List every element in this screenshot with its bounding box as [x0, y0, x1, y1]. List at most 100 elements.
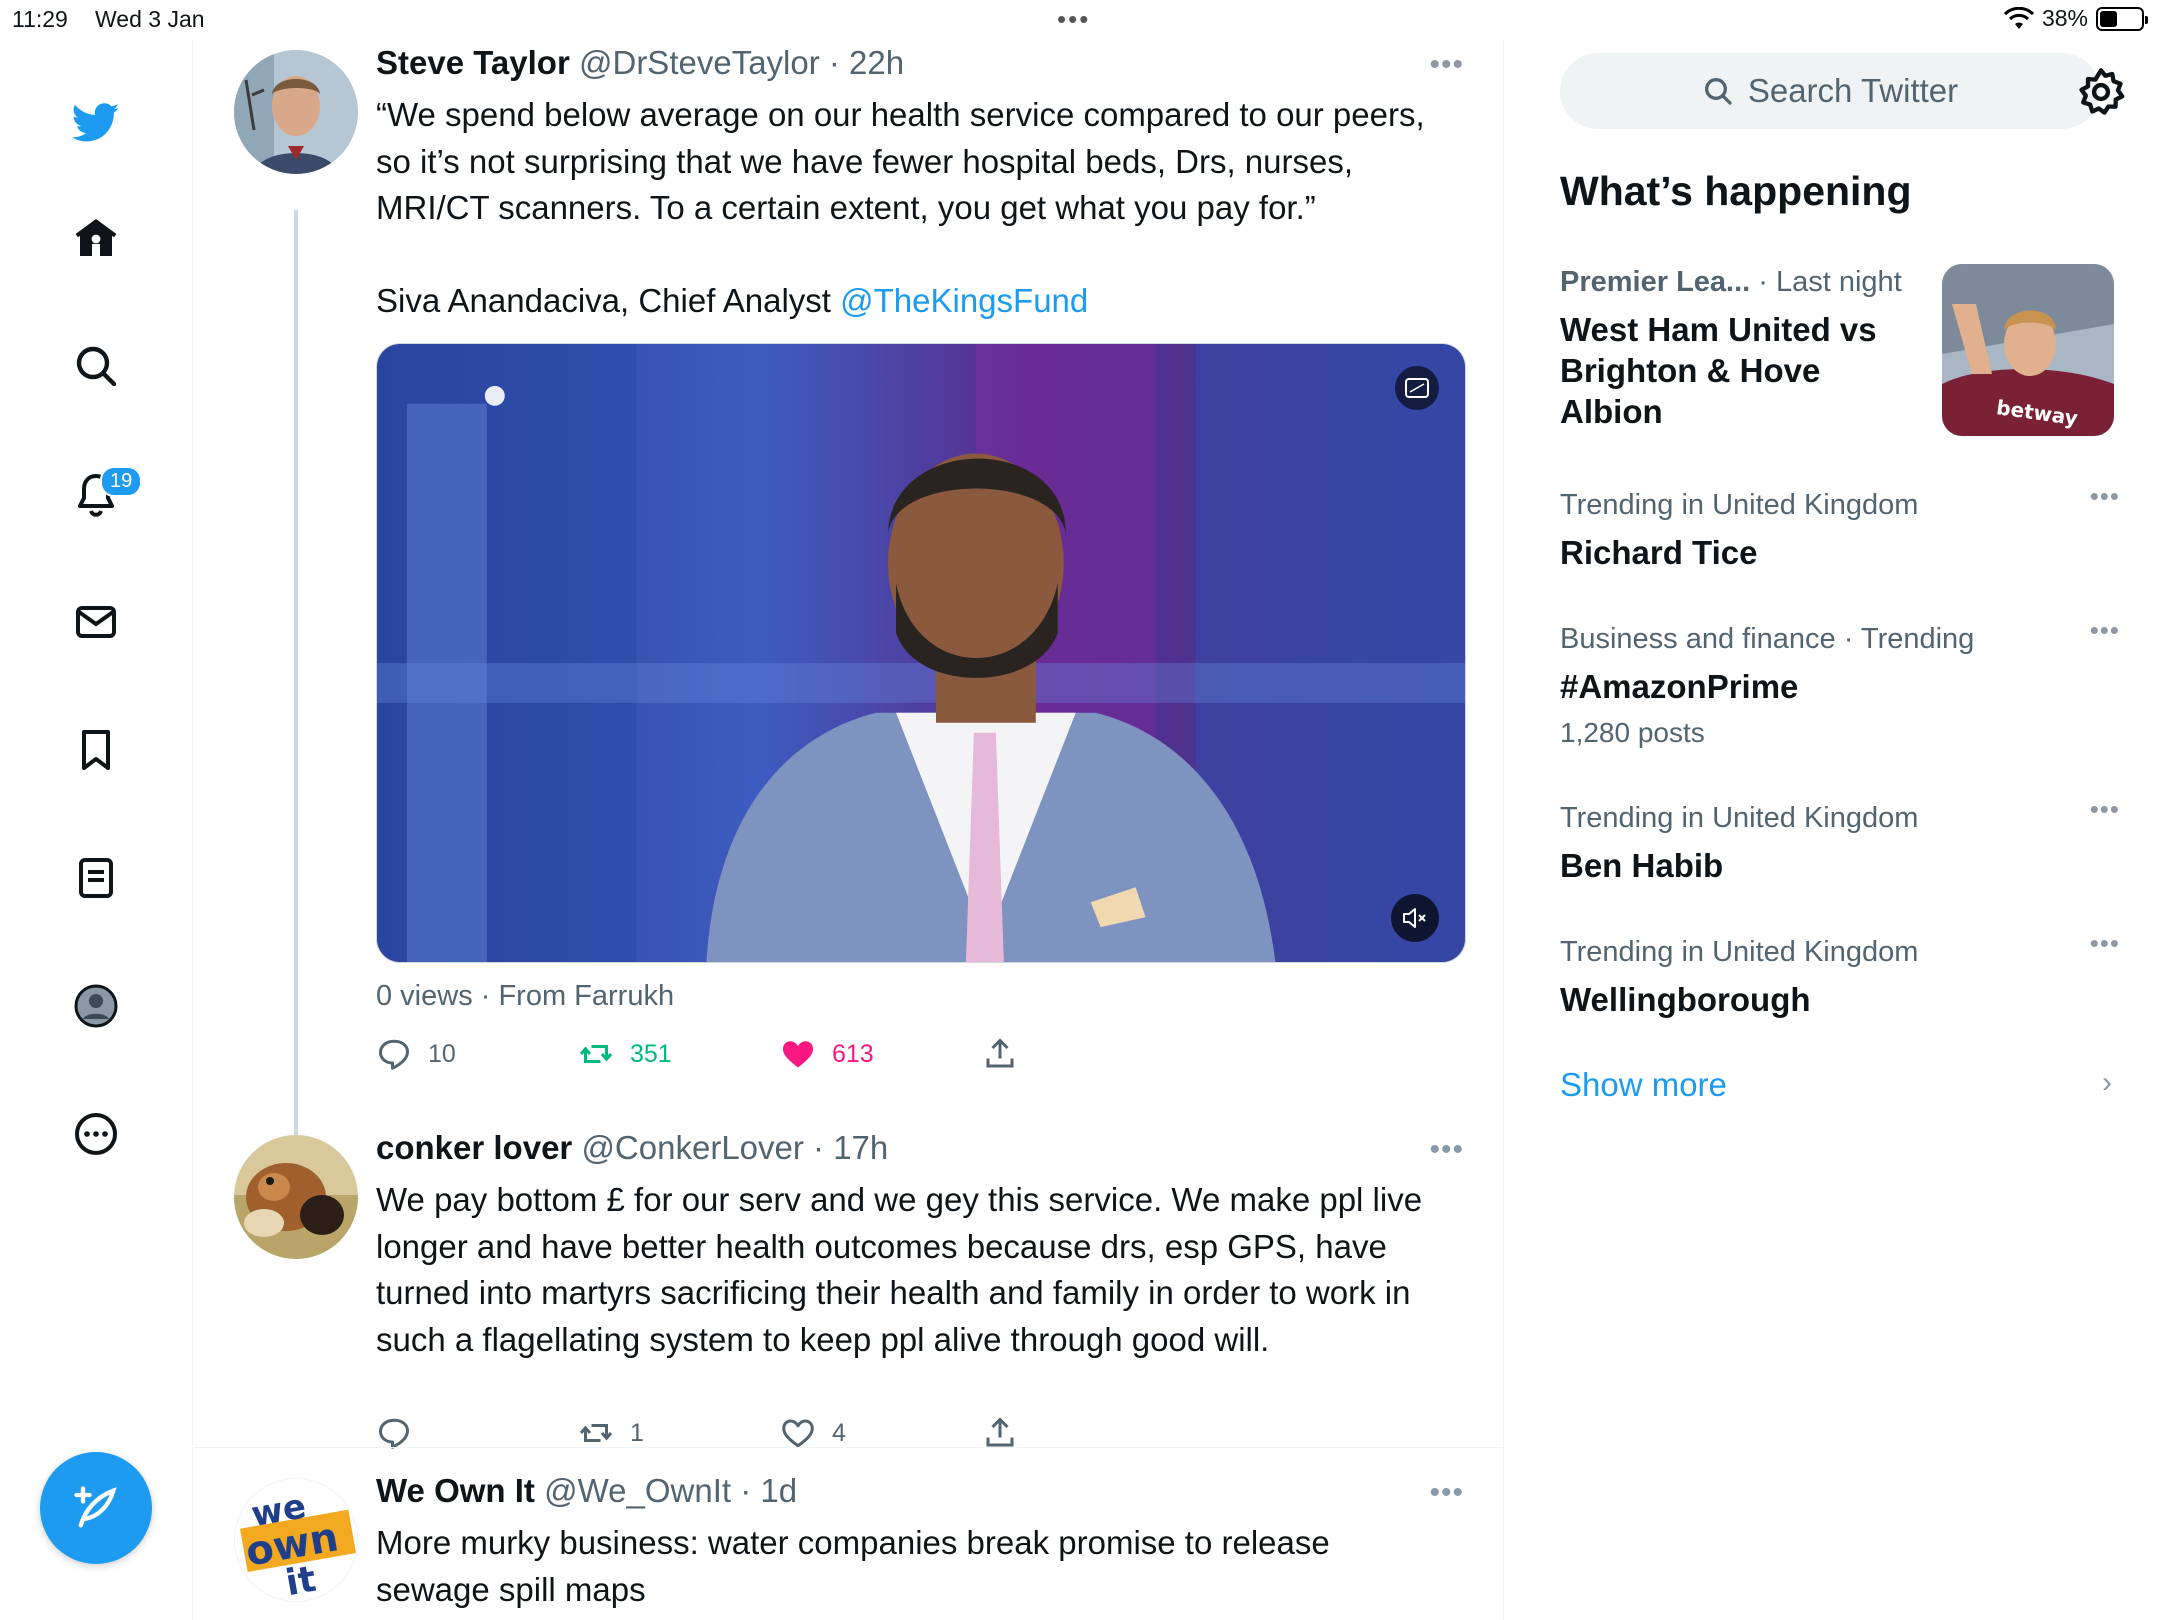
search-icon[interactable]: [64, 334, 128, 398]
trend-item[interactable]: Trending in United Kingdom Richard Tice …: [1560, 481, 2120, 573]
twitter-logo-icon[interactable]: [64, 90, 128, 154]
gear-icon[interactable]: [2075, 66, 2127, 118]
trend-post-count: 1,280 posts: [1560, 717, 1705, 748]
like-count: 613: [832, 1039, 874, 1068]
trend-more-icon[interactable]: •••: [2090, 481, 2120, 512]
trend-more-icon[interactable]: •••: [2090, 615, 2120, 646]
tweet-header: Steve Taylor @DrSteveTaylor · 22h: [376, 44, 904, 82]
author-name[interactable]: conker lover: [376, 1129, 572, 1166]
status-time: 11:29: [12, 6, 68, 32]
status-date: Wed 3 Jan: [95, 6, 205, 32]
share-icon: [986, 1417, 1014, 1447]
trend-photo: betway: [1942, 264, 2114, 436]
author-name[interactable]: Steve Taylor: [376, 44, 570, 81]
battery-icon: [2096, 6, 2148, 31]
like-button[interactable]: 4: [780, 1415, 982, 1451]
tweet-quote: “We spend below average on our health se…: [376, 96, 1425, 226]
trend-title: West Ham United vs Brighton & Hove Albio…: [1560, 311, 1877, 430]
tweet-time[interactable]: · 1d: [740, 1472, 797, 1509]
trend-image[interactable]: betway: [1942, 264, 2114, 436]
tweet-more-icon[interactable]: •••: [1429, 1133, 1464, 1167]
captions-icon[interactable]: [1395, 366, 1439, 410]
video-meta: 0 views · From Farrukh: [376, 980, 675, 1012]
show-more-link[interactable]: Show more ›: [1560, 1066, 2120, 1104]
lists-icon[interactable]: [64, 846, 128, 910]
trend-item[interactable]: Business and finance · Trending #AmazonP…: [1560, 615, 2120, 749]
tweet-more-icon[interactable]: •••: [1429, 48, 1464, 82]
avatar[interactable]: [234, 1135, 358, 1259]
reply-button[interactable]: [376, 1415, 578, 1451]
author-handle[interactable]: @DrSteveTaylor: [579, 44, 820, 81]
chevron-right-icon: ›: [2102, 1066, 2112, 1099]
share-button[interactable]: [982, 1036, 1184, 1072]
wifi-icon: [2003, 6, 2034, 29]
timeline: Steve Taylor @DrSteveTaylor · 22h ••• “W…: [194, 40, 1504, 1620]
tweet-divider: [194, 1447, 1504, 1448]
tweet-actions: 10 351 613: [376, 1036, 1184, 1072]
retweet-icon: [579, 1424, 613, 1442]
compose-feather-icon: [74, 1486, 117, 1528]
trend-category: Business and finance · Trending: [1560, 623, 1975, 655]
tweet-time[interactable]: · 17h: [813, 1129, 888, 1166]
trend-title: Wellingborough: [1560, 981, 1811, 1018]
retweet-count: 351: [630, 1039, 672, 1068]
retweet-icon: [579, 1045, 613, 1063]
trend-more-icon[interactable]: •••: [2090, 928, 2120, 959]
left-navigation: 19: [0, 40, 193, 1620]
messages-icon[interactable]: [64, 590, 128, 654]
trend-title: Ben Habib: [1560, 847, 1724, 884]
tweet-header: We Own It @We_OwnIt · 1d: [376, 1472, 797, 1510]
tweet-more-icon[interactable]: •••: [1429, 1476, 1464, 1510]
bookmarks-icon[interactable]: [64, 718, 128, 782]
retweet-count: 1: [630, 1418, 644, 1447]
reply-icon: [379, 1039, 409, 1070]
trend-item[interactable]: Trending in United Kingdom Wellingboroug…: [1560, 928, 2120, 1020]
trend-category: Trending in United Kingdom: [1560, 802, 1919, 834]
compose-tweet-button[interactable]: [40, 1452, 152, 1564]
home-icon[interactable]: [64, 206, 128, 270]
avatar[interactable]: [234, 50, 358, 174]
reply-icon: [379, 1418, 409, 1449]
tweet-attribution: Siva Anandaciva, Chief Analyst @TheKings…: [376, 278, 1456, 325]
search-placeholder: Search Twitter: [1747, 72, 1959, 109]
trend-category-label: Premier Lea...: [1560, 266, 1751, 298]
like-button[interactable]: 613: [780, 1036, 982, 1072]
mute-icon[interactable]: [1391, 894, 1439, 942]
tweet-header: conker lover @ConkerLover · 17h: [376, 1129, 888, 1167]
retweet-button[interactable]: 351: [578, 1036, 780, 1072]
reply-count: 10: [428, 1039, 456, 1068]
search-input[interactable]: Search Twitter: [1560, 53, 2100, 129]
trend-category: Trending in United Kingdom: [1560, 489, 1919, 521]
right-sidebar: Search Twitter What’s happening Premier …: [1505, 40, 2160, 1620]
avatar[interactable]: we own it: [234, 1478, 358, 1602]
reply-button[interactable]: 10: [376, 1036, 578, 1072]
whats-happening-title: What’s happening: [1560, 168, 1912, 214]
more-icon[interactable]: [64, 1102, 128, 1166]
tweet-text: More murky business: water companies bre…: [376, 1524, 1330, 1608]
mention-link[interactable]: @TheKingsFund: [840, 282, 1088, 319]
tweet-text: We pay bottom £ for our serv and we gey …: [376, 1181, 1423, 1358]
search-icon: [1704, 78, 1732, 105]
share-button[interactable]: [982, 1415, 1184, 1451]
author-name[interactable]: We Own It: [376, 1472, 535, 1509]
author-handle[interactable]: @ConkerLover: [581, 1129, 803, 1166]
author-handle[interactable]: @We_OwnIt: [544, 1472, 731, 1509]
trend-item[interactable]: Premier Lea... · Last night West Ham Uni…: [1560, 266, 1920, 432]
heart-icon: [782, 1419, 814, 1448]
tweet-video[interactable]: [376, 343, 1466, 963]
attribution-text: Siva Anandaciva, Chief Analyst: [376, 281, 841, 319]
profile-icon[interactable]: [64, 974, 128, 1038]
like-count: 4: [832, 1418, 846, 1447]
trend-category: Premier Lea... · Last night: [1560, 266, 1920, 299]
trend-item[interactable]: Trending in United Kingdom Ben Habib •••: [1560, 794, 2120, 886]
notifications-icon[interactable]: 19: [64, 462, 143, 526]
liked-heart-icon: [783, 1041, 813, 1068]
tweet-text: “We spend below average on our health se…: [376, 92, 1456, 324]
multitasking-dots-icon[interactable]: •••: [1057, 4, 1090, 35]
trend-more-icon[interactable]: •••: [2090, 794, 2120, 825]
trend-title: #AmazonPrime: [1560, 668, 1799, 705]
tweet-time[interactable]: · 22h: [829, 44, 904, 81]
status-bar: 11:29 Wed 3 Jan ••• 38%: [0, 0, 2160, 40]
status-right: 38%: [2003, 5, 2148, 32]
retweet-button[interactable]: 1: [578, 1415, 780, 1451]
